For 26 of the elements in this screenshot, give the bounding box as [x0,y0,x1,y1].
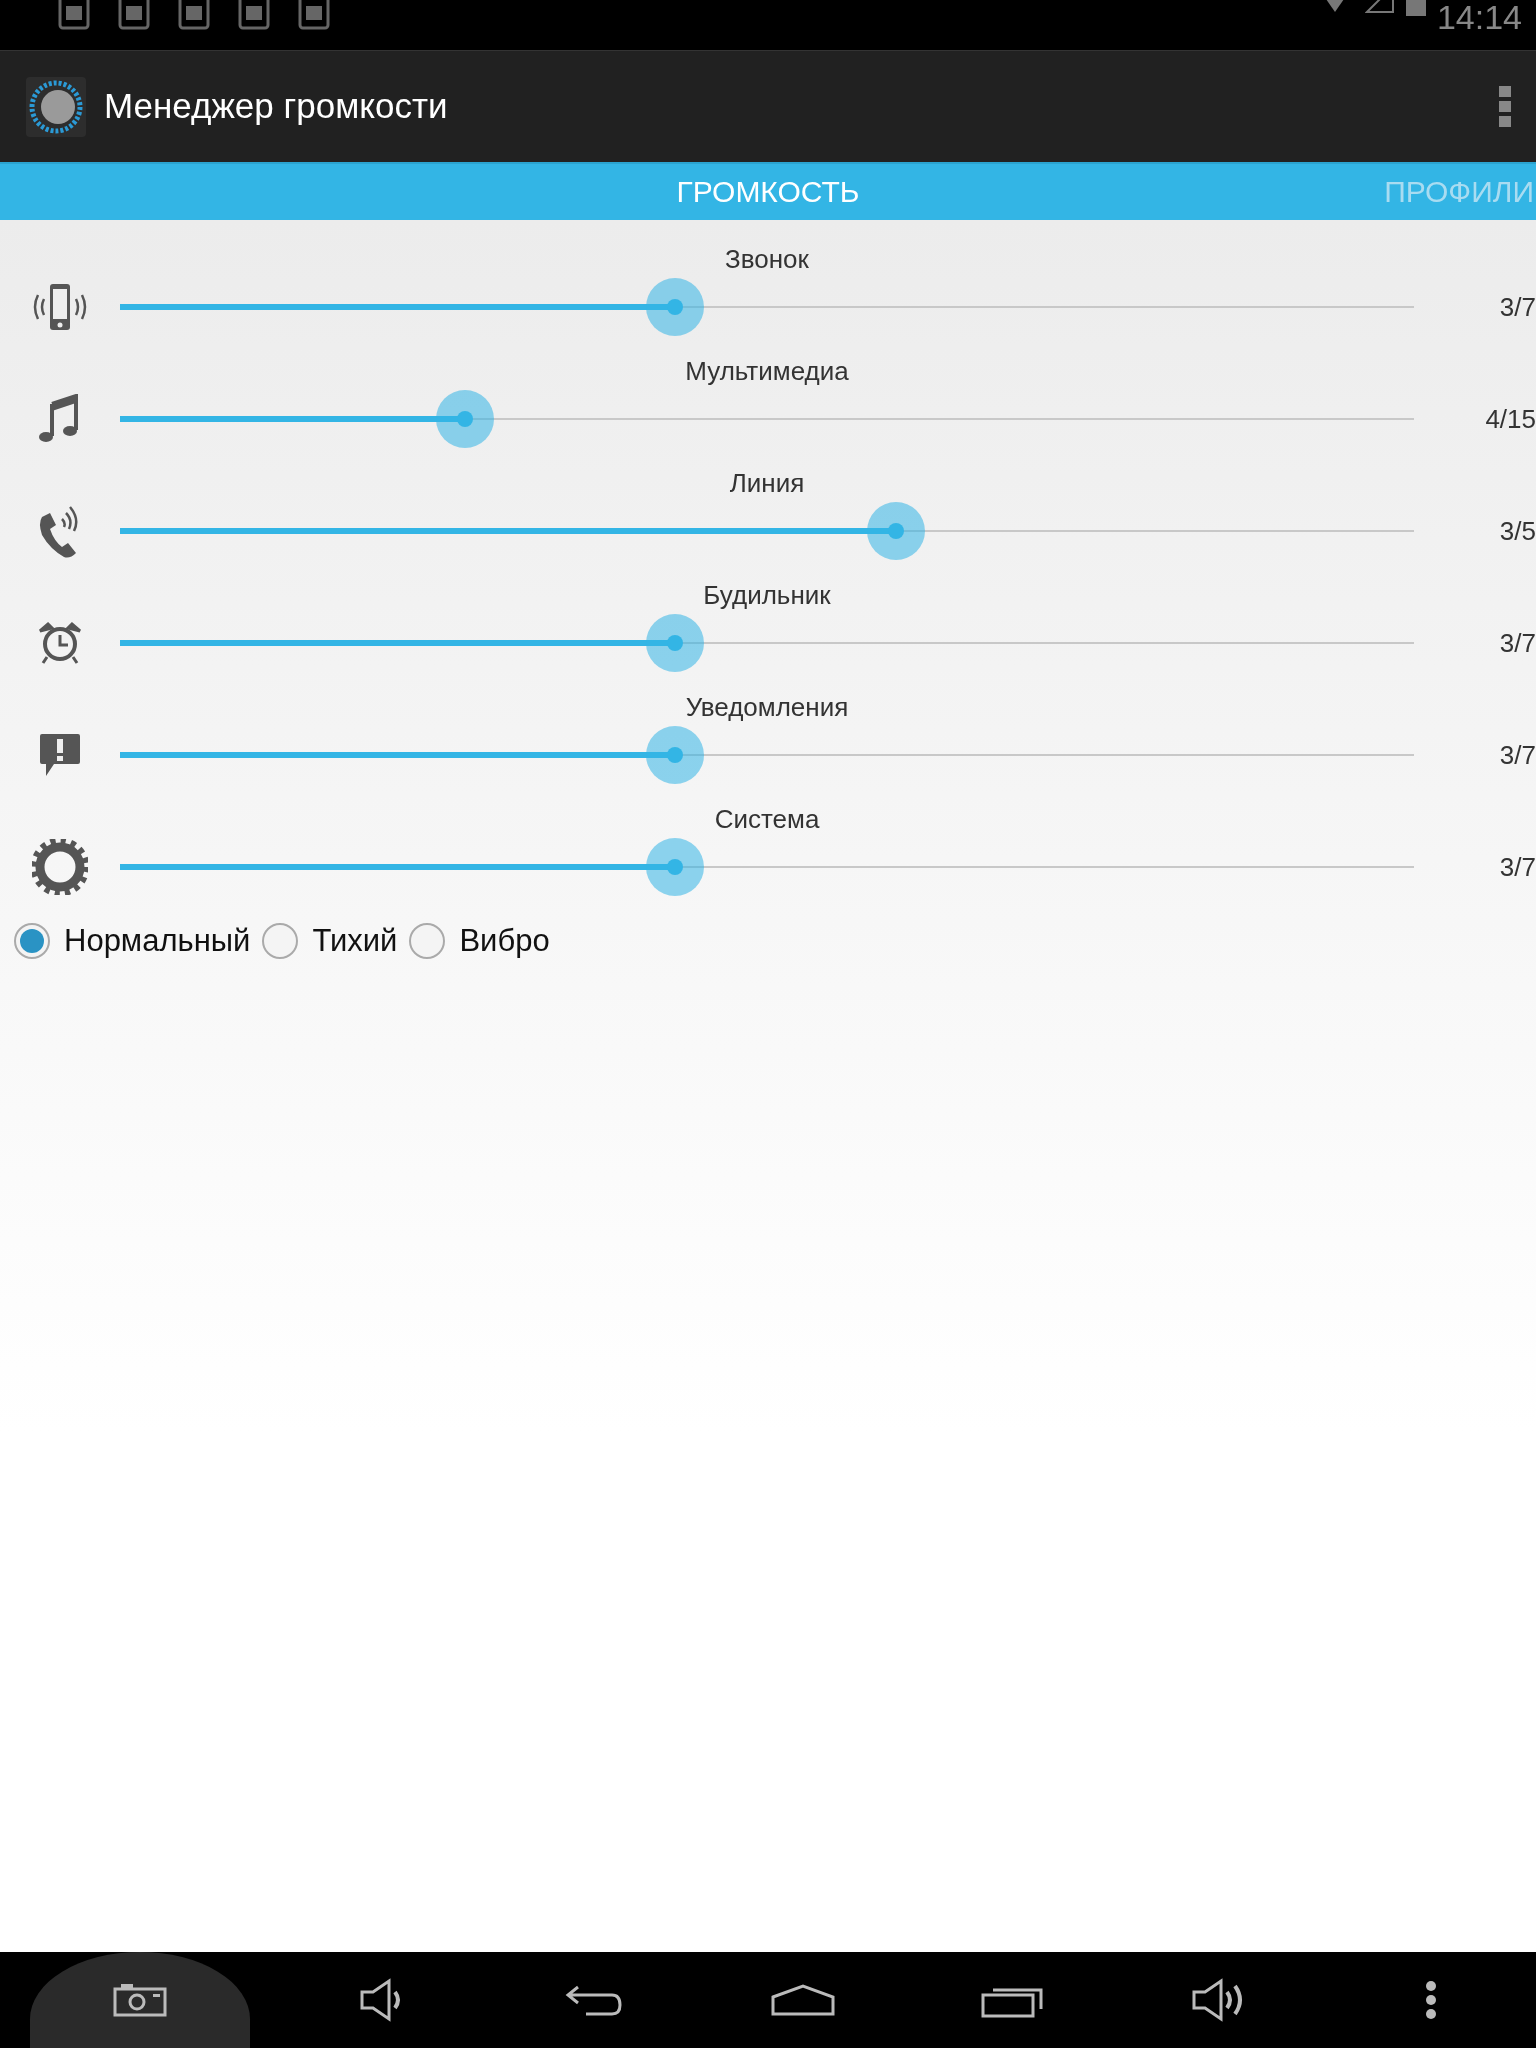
clock-time: 14:14 [1436,0,1522,34]
app-title: Менеджер громкости [104,85,448,128]
volume-reading: 3/7 [1499,626,1536,660]
sound-mode-radio[interactable]: Нормальный [14,918,251,965]
menu-icon[interactable] [1425,1980,1438,2020]
slider-label: Уведомления [685,692,849,724]
slider-label: Будильник [703,580,831,612]
slider-label: Звонок [725,244,809,276]
slider-label: Линия [729,468,805,500]
volume-reading: 3/5 [1499,514,1536,548]
home-icon[interactable] [769,1983,836,2017]
slider-label: Мультимедиа [685,356,849,388]
gear-icon [32,839,88,895]
volume-reading: 3/7 [1499,738,1536,772]
alarm-clock-icon [38,621,82,665]
volume-reading: 3/7 [1499,290,1536,324]
sound-mode-radio[interactable]: Вибро [409,918,550,965]
volume-reading: 3/7 [1499,850,1536,884]
slider-label: Система [714,804,820,836]
back-icon[interactable] [563,1983,624,2017]
alert-bubble-icon [38,732,82,778]
camera-icon [112,1983,167,2017]
sound-mode-radio[interactable]: Тихий [262,918,398,965]
volume-reading: 4/15 [1485,402,1536,436]
overflow-menu-icon[interactable] [1498,83,1512,130]
app-icon [24,74,88,139]
